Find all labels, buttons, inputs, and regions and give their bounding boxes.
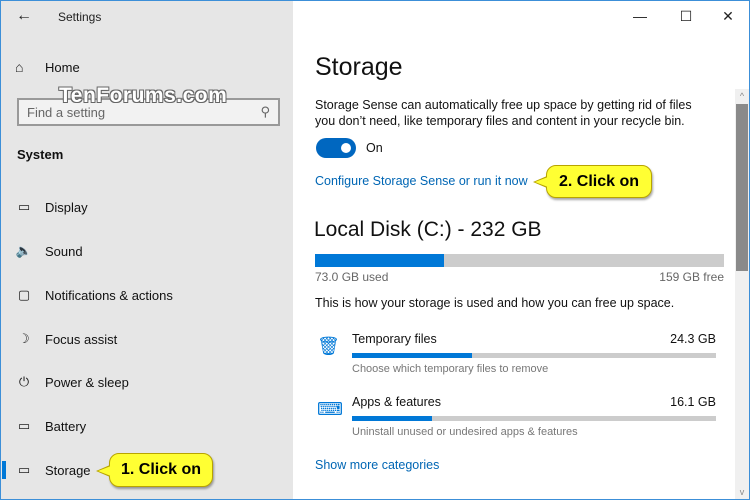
maximize-icon: ☐ bbox=[679, 8, 693, 24]
trash-icon: 🗑 bbox=[317, 336, 340, 356]
back-button[interactable]: ← bbox=[13, 5, 35, 27]
callout-text: 1. Click on bbox=[120, 461, 202, 478]
category-size: 16.1 GB bbox=[670, 395, 716, 409]
sidebar: ← Settings ⌂ Home ⚲ System ▭ Display 🔈 S… bbox=[1, 1, 293, 499]
disk-usage-fill bbox=[315, 254, 444, 267]
scroll-up-button[interactable]: ^ bbox=[735, 89, 749, 103]
settings-window: ← Settings ⌂ Home ⚲ System ▭ Display 🔈 S… bbox=[0, 0, 750, 500]
sidebar-item-battery[interactable]: ▭ Battery bbox=[1, 406, 293, 446]
toggle-knob bbox=[341, 143, 351, 153]
configure-storage-sense-link[interactable]: Configure Storage Sense or run it now bbox=[315, 174, 528, 188]
scrollbar[interactable]: ^ v bbox=[735, 89, 749, 499]
category-subtitle: Choose which temporary files to remove bbox=[352, 363, 549, 375]
battery-icon: ▭ bbox=[17, 418, 31, 433]
category-apps-features[interactable]: ⌨ Apps & features 16.1 GB Uninstall unus… bbox=[293, 395, 733, 455]
sidebar-item-label: Storage bbox=[45, 462, 91, 478]
page-title: Storage bbox=[315, 53, 403, 81]
sidebar-item-focus-assist[interactable]: ☽ Focus assist bbox=[1, 319, 293, 359]
category-usage-fill bbox=[352, 416, 433, 421]
search-box[interactable]: ⚲ bbox=[17, 98, 280, 126]
sidebar-item-sound[interactable]: 🔈 Sound bbox=[1, 231, 293, 271]
category-name: Temporary files bbox=[352, 332, 437, 346]
chevron-down-icon: v bbox=[739, 487, 745, 497]
callout-text: 2. Click on bbox=[558, 172, 640, 190]
sidebar-item-label: Focus assist bbox=[45, 331, 118, 347]
callout-step-2: 2. Click on bbox=[533, 165, 652, 198]
scrollbar-thumb[interactable] bbox=[736, 104, 748, 271]
search-input[interactable] bbox=[27, 104, 261, 120]
back-arrow-icon: ← bbox=[16, 7, 32, 24]
category-temporary-files[interactable]: 🗑 Temporary files 24.3 GB Choose which t… bbox=[293, 332, 733, 392]
maximize-button[interactable]: ☐ bbox=[671, 5, 701, 27]
disk-title: Local Disk (C:) - 232 GB bbox=[314, 218, 542, 241]
category-usage-bar bbox=[352, 353, 716, 358]
chevron-up-icon: ^ bbox=[739, 91, 745, 101]
category-subtitle: Uninstall unused or undesired apps & fea… bbox=[352, 426, 578, 438]
callout-step-1: 1. Click on bbox=[96, 453, 213, 487]
focus-assist-icon: ☽ bbox=[18, 331, 30, 346]
disk-free-label: 159 GB free bbox=[659, 270, 724, 284]
toggle-state-label: On bbox=[366, 141, 383, 155]
apps-keyboard-icon: ⌨ bbox=[317, 399, 343, 419]
close-icon: ✕ bbox=[722, 8, 734, 24]
storage-sense-toggle[interactable] bbox=[316, 138, 356, 158]
sidebar-item-label: Sound bbox=[45, 243, 83, 259]
sidebar-item-label: Power & sleep bbox=[45, 374, 129, 390]
storage-sense-description: Storage Sense can automatically free up … bbox=[315, 98, 692, 128]
sidebar-item-label: Display bbox=[45, 199, 88, 215]
minimize-button[interactable]: — bbox=[625, 5, 655, 27]
main-pane: — ☐ ✕ Storage Storage Sense can automati… bbox=[293, 1, 749, 499]
minimize-icon: — bbox=[633, 8, 647, 24]
category-usage-bar bbox=[352, 416, 716, 421]
scroll-down-button[interactable]: v bbox=[735, 485, 749, 499]
category-name: Apps & features bbox=[352, 395, 441, 409]
disk-used-label: 73.0 GB used bbox=[315, 270, 389, 284]
power-icon: ⏻ bbox=[18, 374, 30, 389]
sidebar-item-label: Battery bbox=[45, 418, 87, 434]
close-button[interactable]: ✕ bbox=[713, 5, 743, 27]
disk-usage-bar bbox=[315, 254, 724, 267]
app-title: Settings bbox=[58, 10, 102, 24]
category-usage-fill bbox=[352, 353, 473, 358]
sidebar-item-label: Home bbox=[45, 59, 80, 75]
storage-intro-text: This is how your storage is used and how… bbox=[315, 296, 675, 310]
notifications-icon: ▢ bbox=[17, 287, 31, 302]
category-size: 24.3 GB bbox=[670, 332, 716, 346]
section-title: System bbox=[17, 147, 64, 162]
callout-pointer bbox=[98, 466, 111, 476]
display-icon: ▭ bbox=[17, 199, 31, 214]
sound-icon: 🔈 bbox=[15, 243, 33, 258]
sidebar-item-power-sleep[interactable]: ⏻ Power & sleep bbox=[1, 362, 293, 402]
sidebar-item-notifications[interactable]: ▢ Notifications & actions bbox=[1, 275, 293, 315]
home-icon: ⌂ bbox=[15, 59, 24, 75]
callout-pointer bbox=[535, 177, 548, 187]
search-icon[interactable]: ⚲ bbox=[260, 104, 270, 120]
sidebar-item-display[interactable]: ▭ Display bbox=[1, 187, 293, 227]
sidebar-item-home[interactable]: ⌂ Home bbox=[15, 59, 80, 75]
storage-icon: ▭ bbox=[17, 462, 31, 477]
sidebar-item-label: Notifications & actions bbox=[45, 287, 173, 303]
show-more-categories-link[interactable]: Show more categories bbox=[315, 458, 439, 472]
